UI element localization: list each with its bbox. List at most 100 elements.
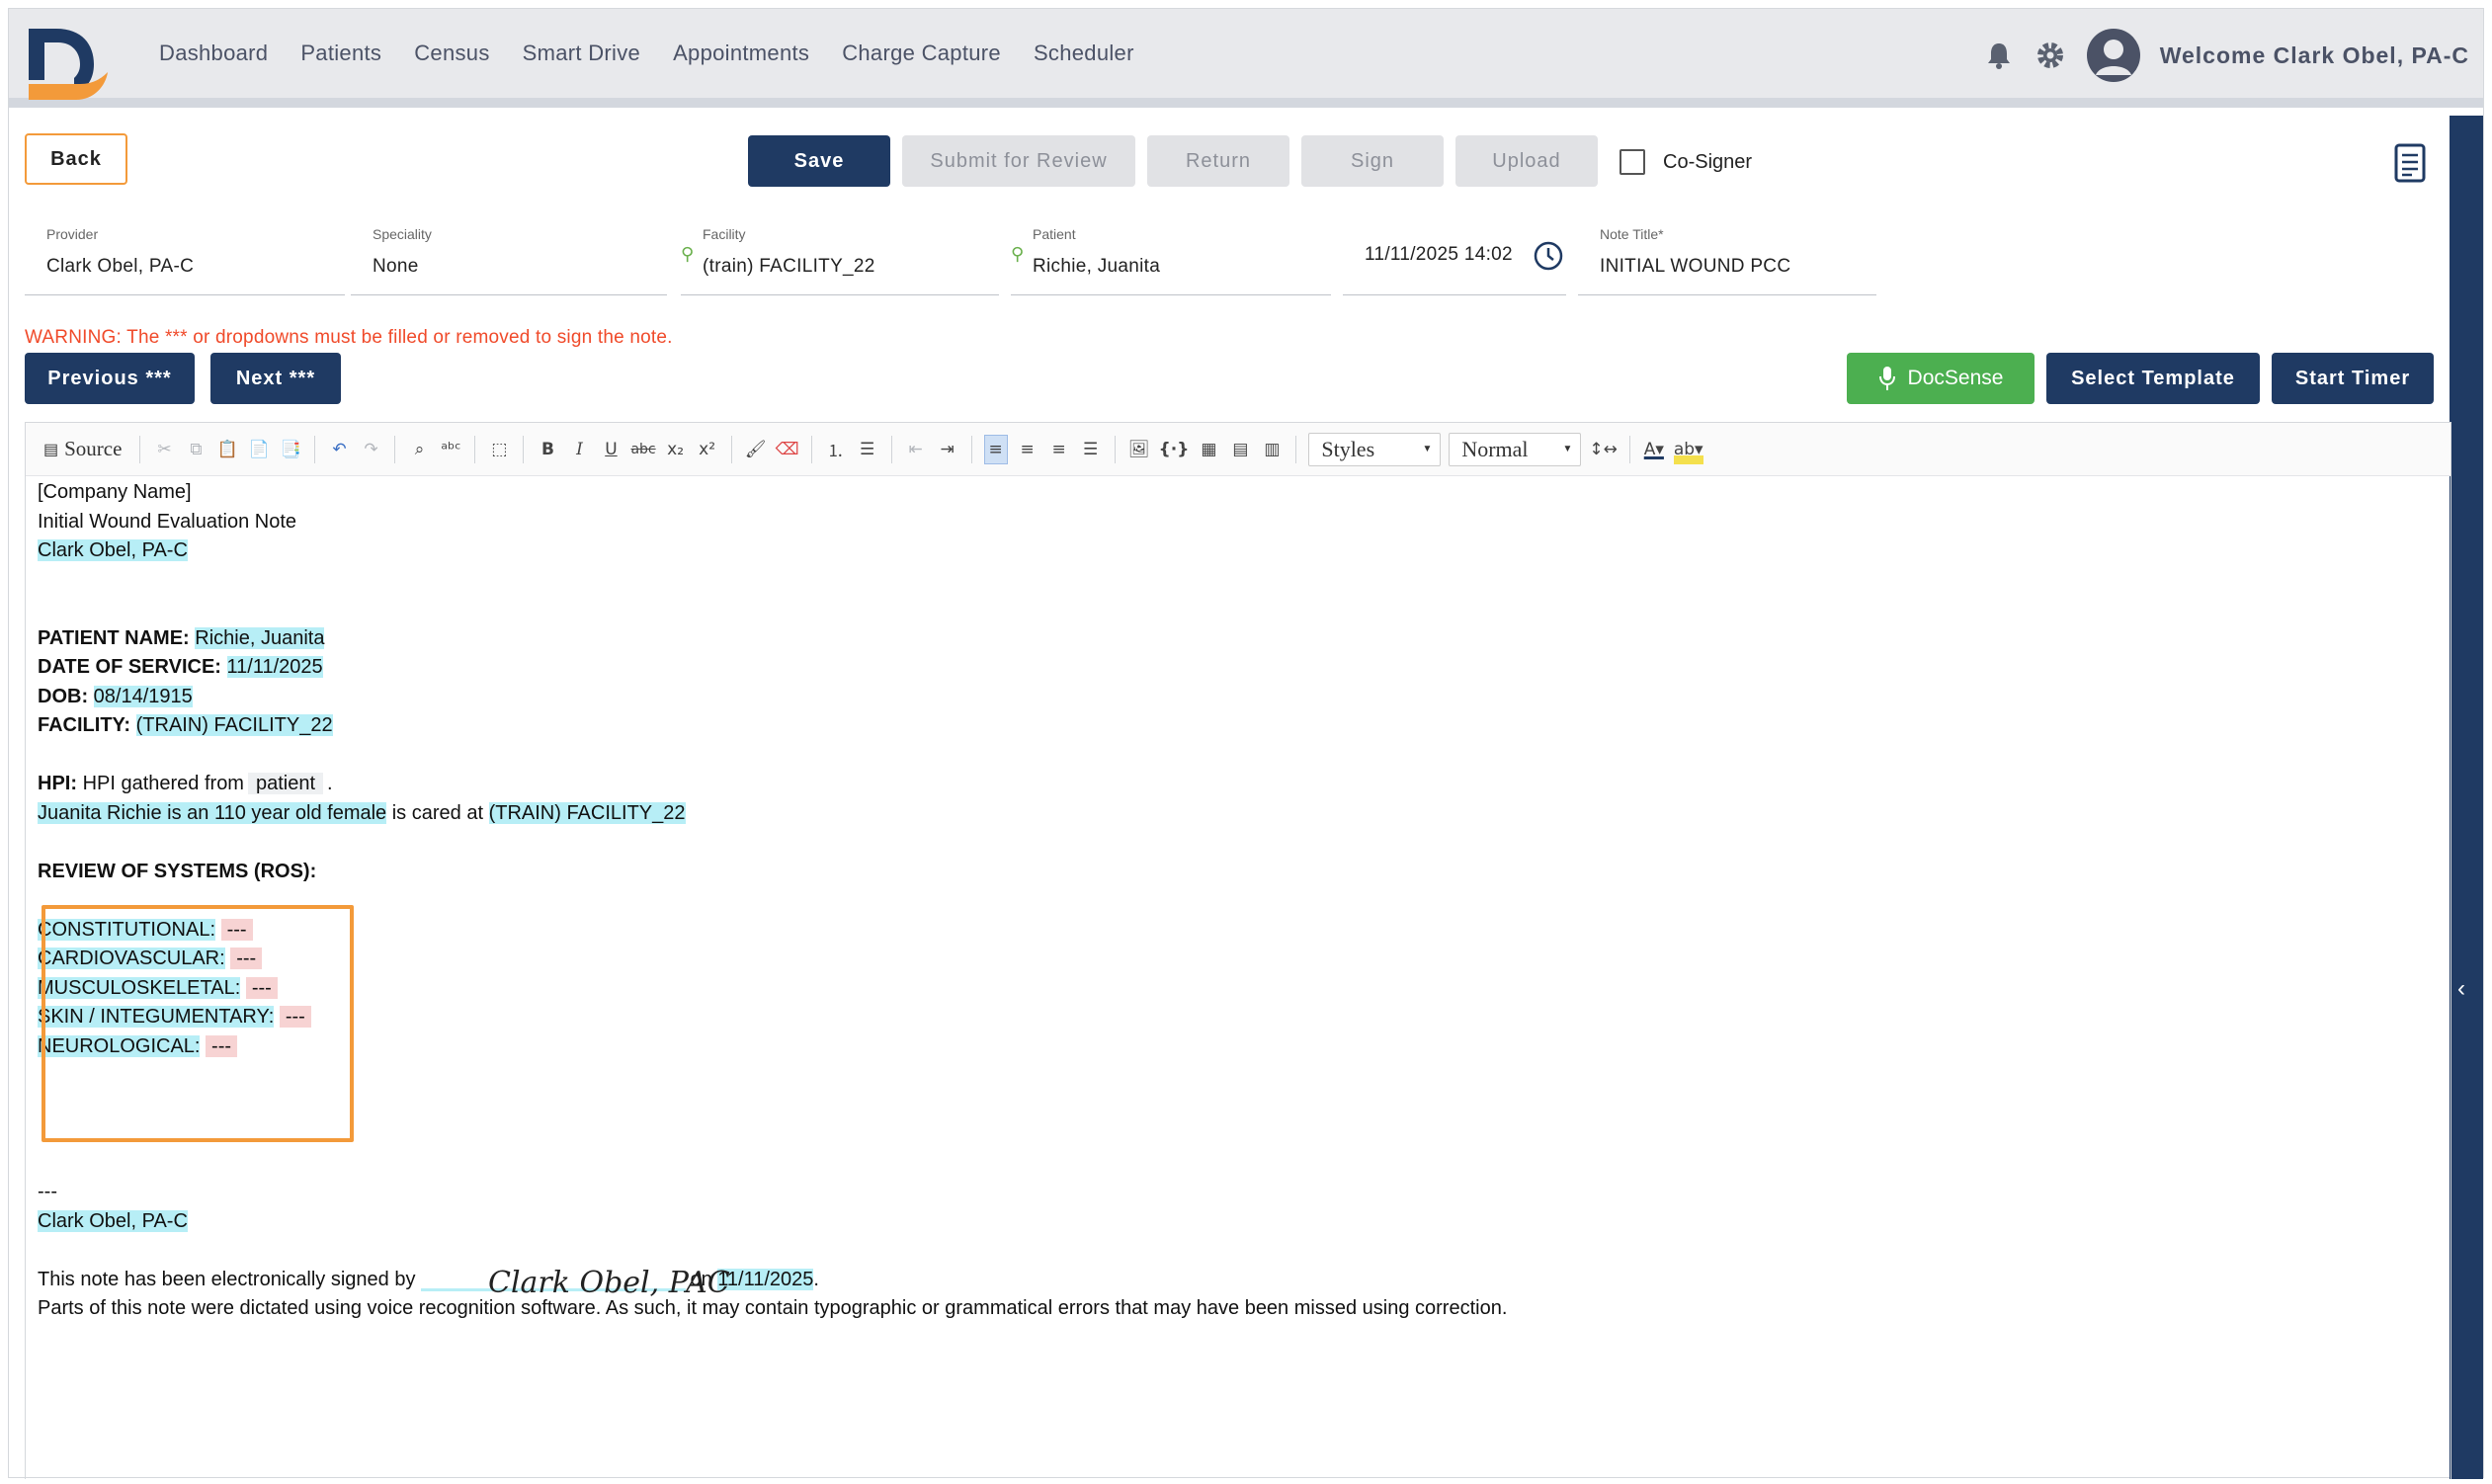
align-center-icon[interactable]: ≡ (1016, 435, 1039, 464)
app-logo[interactable] (23, 23, 112, 102)
nav-census[interactable]: Census (414, 41, 489, 66)
toolbar-divider (890, 435, 892, 463)
back-button[interactable]: Back (25, 133, 127, 185)
strikethrough-icon[interactable]: abc (630, 435, 655, 464)
indent-icon[interactable]: ⇥ (936, 435, 959, 464)
spellcheck-icon[interactable]: ᵃᵇᶜ (439, 435, 462, 464)
hpi-sentence-merge-field[interactable]: Juanita Richie is an 110 year old female (38, 801, 387, 824)
align-left-icon[interactable]: ≡ (983, 434, 1008, 464)
subscript-icon[interactable]: x₂ (664, 435, 688, 464)
insert-row-icon[interactable]: ▤ (1228, 435, 1252, 464)
nav-charge-capture[interactable]: Charge Capture (842, 41, 1001, 66)
patient-name-merge-field[interactable]: Richie, Juanita (195, 626, 325, 649)
patient-name-label: PATIENT NAME: (38, 626, 190, 649)
note-title-field[interactable]: Note Title* INITIAL WOUND PCC (1578, 218, 1876, 295)
paste-icon[interactable]: 📋 (215, 435, 239, 464)
microphone-icon (1878, 367, 1895, 390)
bold-icon[interactable]: B (536, 435, 559, 464)
note-title-line: Initial Wound Evaluation Note (38, 510, 297, 533)
signed-text: This note has been electronically signed… (38, 1268, 416, 1290)
pin-icon[interactable]: ⚲ (1011, 244, 1024, 265)
format-label: Normal (1461, 436, 1529, 461)
copy-format-icon[interactable]: 🖌 (744, 435, 768, 464)
toolbar-divider (970, 435, 972, 463)
provider-label: Provider (46, 226, 99, 242)
insert-column-icon[interactable]: ▥ (1260, 435, 1284, 464)
text-color-icon[interactable]: A▾ (1642, 435, 1666, 464)
speciality-field[interactable]: Speciality None (351, 218, 667, 295)
bulleted-list-icon[interactable]: ☰ (856, 435, 879, 464)
superscript-icon[interactable]: x² (696, 435, 719, 464)
co-signer-checkbox[interactable] (1620, 149, 1645, 175)
docsense-button[interactable]: DocSense (1847, 353, 2035, 404)
nav-scheduler[interactable]: Scheduler (1034, 41, 1134, 66)
placeholder-icon[interactable]: {·} (1159, 435, 1190, 464)
note-body[interactable]: [Company Name] Initial Wound Evaluation … (38, 478, 2429, 1324)
facility-value: (train) FACILITY_22 (703, 256, 875, 277)
note-editor[interactable]: ▤ Source ✂ ⧉ 📋 📄 📑 ↶ ↷ ⌕ ᵃᵇᶜ ⬚ B I U abc … (25, 422, 2451, 1479)
gear-icon[interactable] (2034, 39, 2067, 72)
cut-icon[interactable]: ✂ (152, 435, 176, 464)
clock-icon[interactable] (1533, 240, 1564, 272)
top-nav: Dashboard Patients Census Smart Drive Ap… (9, 9, 2483, 108)
sign-provider-merge-field[interactable]: Clark Obel, PA-C (38, 1209, 188, 1232)
facility-merge-field[interactable]: (TRAIN) FACILITY_22 (135, 714, 333, 736)
toolbar-divider (523, 435, 525, 463)
provider-field[interactable]: Provider Clark Obel, PA-C (25, 218, 345, 295)
side-panel-rail[interactable]: ‹ (2450, 116, 2483, 1479)
sign-button[interactable]: Sign (1301, 135, 1444, 187)
pin-icon[interactable]: ⚲ (681, 244, 694, 265)
table-icon[interactable]: ▦ (1197, 435, 1220, 464)
find-icon[interactable]: ⌕ (407, 435, 431, 464)
undo-icon[interactable]: ↶ (327, 435, 351, 464)
justify-icon[interactable]: ☰ (1079, 435, 1103, 464)
nav-patients[interactable]: Patients (300, 41, 381, 66)
select-all-icon[interactable]: ⬚ (487, 435, 511, 464)
submit-for-review-button[interactable]: Submit for Review (902, 135, 1135, 187)
line-height-icon[interactable]: ↕↔ (1589, 435, 1618, 464)
hpi-facility-merge-field[interactable]: (TRAIN) FACILITY_22 (488, 801, 686, 824)
hpi-source-dropdown[interactable]: patient (247, 773, 324, 794)
select-template-button[interactable]: Select Template (2046, 353, 2260, 404)
save-button[interactable]: Save (748, 135, 890, 187)
outdent-icon[interactable]: ⇤ (904, 435, 928, 464)
facility-field[interactable]: ⚲ Facility (train) FACILITY_22 (681, 218, 999, 295)
previous-placeholder-button[interactable]: Previous *** (25, 353, 195, 404)
dob-merge-field[interactable]: 08/14/1915 (93, 685, 193, 707)
nav-appointments[interactable]: Appointments (673, 41, 809, 66)
paste-text-icon[interactable]: 📄 (247, 435, 271, 464)
align-right-icon[interactable]: ≡ (1047, 435, 1071, 464)
highlight-color-icon[interactable]: ab▾ (1673, 434, 1703, 464)
nav-dashboard[interactable]: Dashboard (159, 41, 268, 66)
toolbar-divider (474, 435, 476, 463)
document-icon[interactable] (2394, 143, 2426, 183)
toolbar-divider (314, 435, 316, 463)
nav-smart-drive[interactable]: Smart Drive (523, 41, 640, 66)
provider-merge-field[interactable]: Clark Obel, PA-C (38, 539, 188, 561)
co-signer-toggle[interactable]: Co-Signer (1620, 149, 1752, 175)
bell-icon[interactable] (1982, 39, 2016, 72)
format-dropdown[interactable]: Normal ▼ (1449, 432, 1582, 466)
source-button[interactable]: ▤ Source (38, 435, 127, 464)
signed-date-merge-field[interactable]: 11/11/2025 (717, 1268, 814, 1290)
copy-icon[interactable]: ⧉ (184, 435, 208, 464)
next-placeholder-button[interactable]: Next *** (210, 353, 341, 404)
image-icon[interactable]: 🖼 (1127, 435, 1151, 464)
numbered-list-icon[interactable]: ⒈ (824, 435, 848, 464)
upload-button[interactable]: Upload (1455, 135, 1598, 187)
start-timer-button[interactable]: Start Timer (2272, 353, 2434, 404)
datetime-field[interactable]: 11/11/2025 14:02 (1343, 218, 1566, 295)
styles-dropdown[interactable]: Styles ▼ (1308, 432, 1442, 466)
patient-field[interactable]: ⚲ Patient Richie, Juanita (1011, 218, 1331, 295)
paste-word-icon[interactable]: 📑 (279, 435, 302, 464)
underline-icon[interactable]: U (599, 435, 623, 464)
avatar[interactable] (2085, 27, 2142, 84)
redo-icon[interactable]: ↷ (359, 435, 382, 464)
italic-icon[interactable]: I (567, 435, 591, 464)
chevron-down-icon: ▼ (1422, 444, 1433, 454)
chevron-left-icon[interactable]: ‹ (2457, 975, 2465, 1003)
remove-format-icon[interactable]: ⌫ (776, 435, 799, 464)
welcome-text: Welcome Clark Obel, PA-C (2159, 41, 2469, 68)
return-button[interactable]: Return (1147, 135, 1289, 187)
dos-merge-field[interactable]: 11/11/2025 (226, 656, 323, 678)
